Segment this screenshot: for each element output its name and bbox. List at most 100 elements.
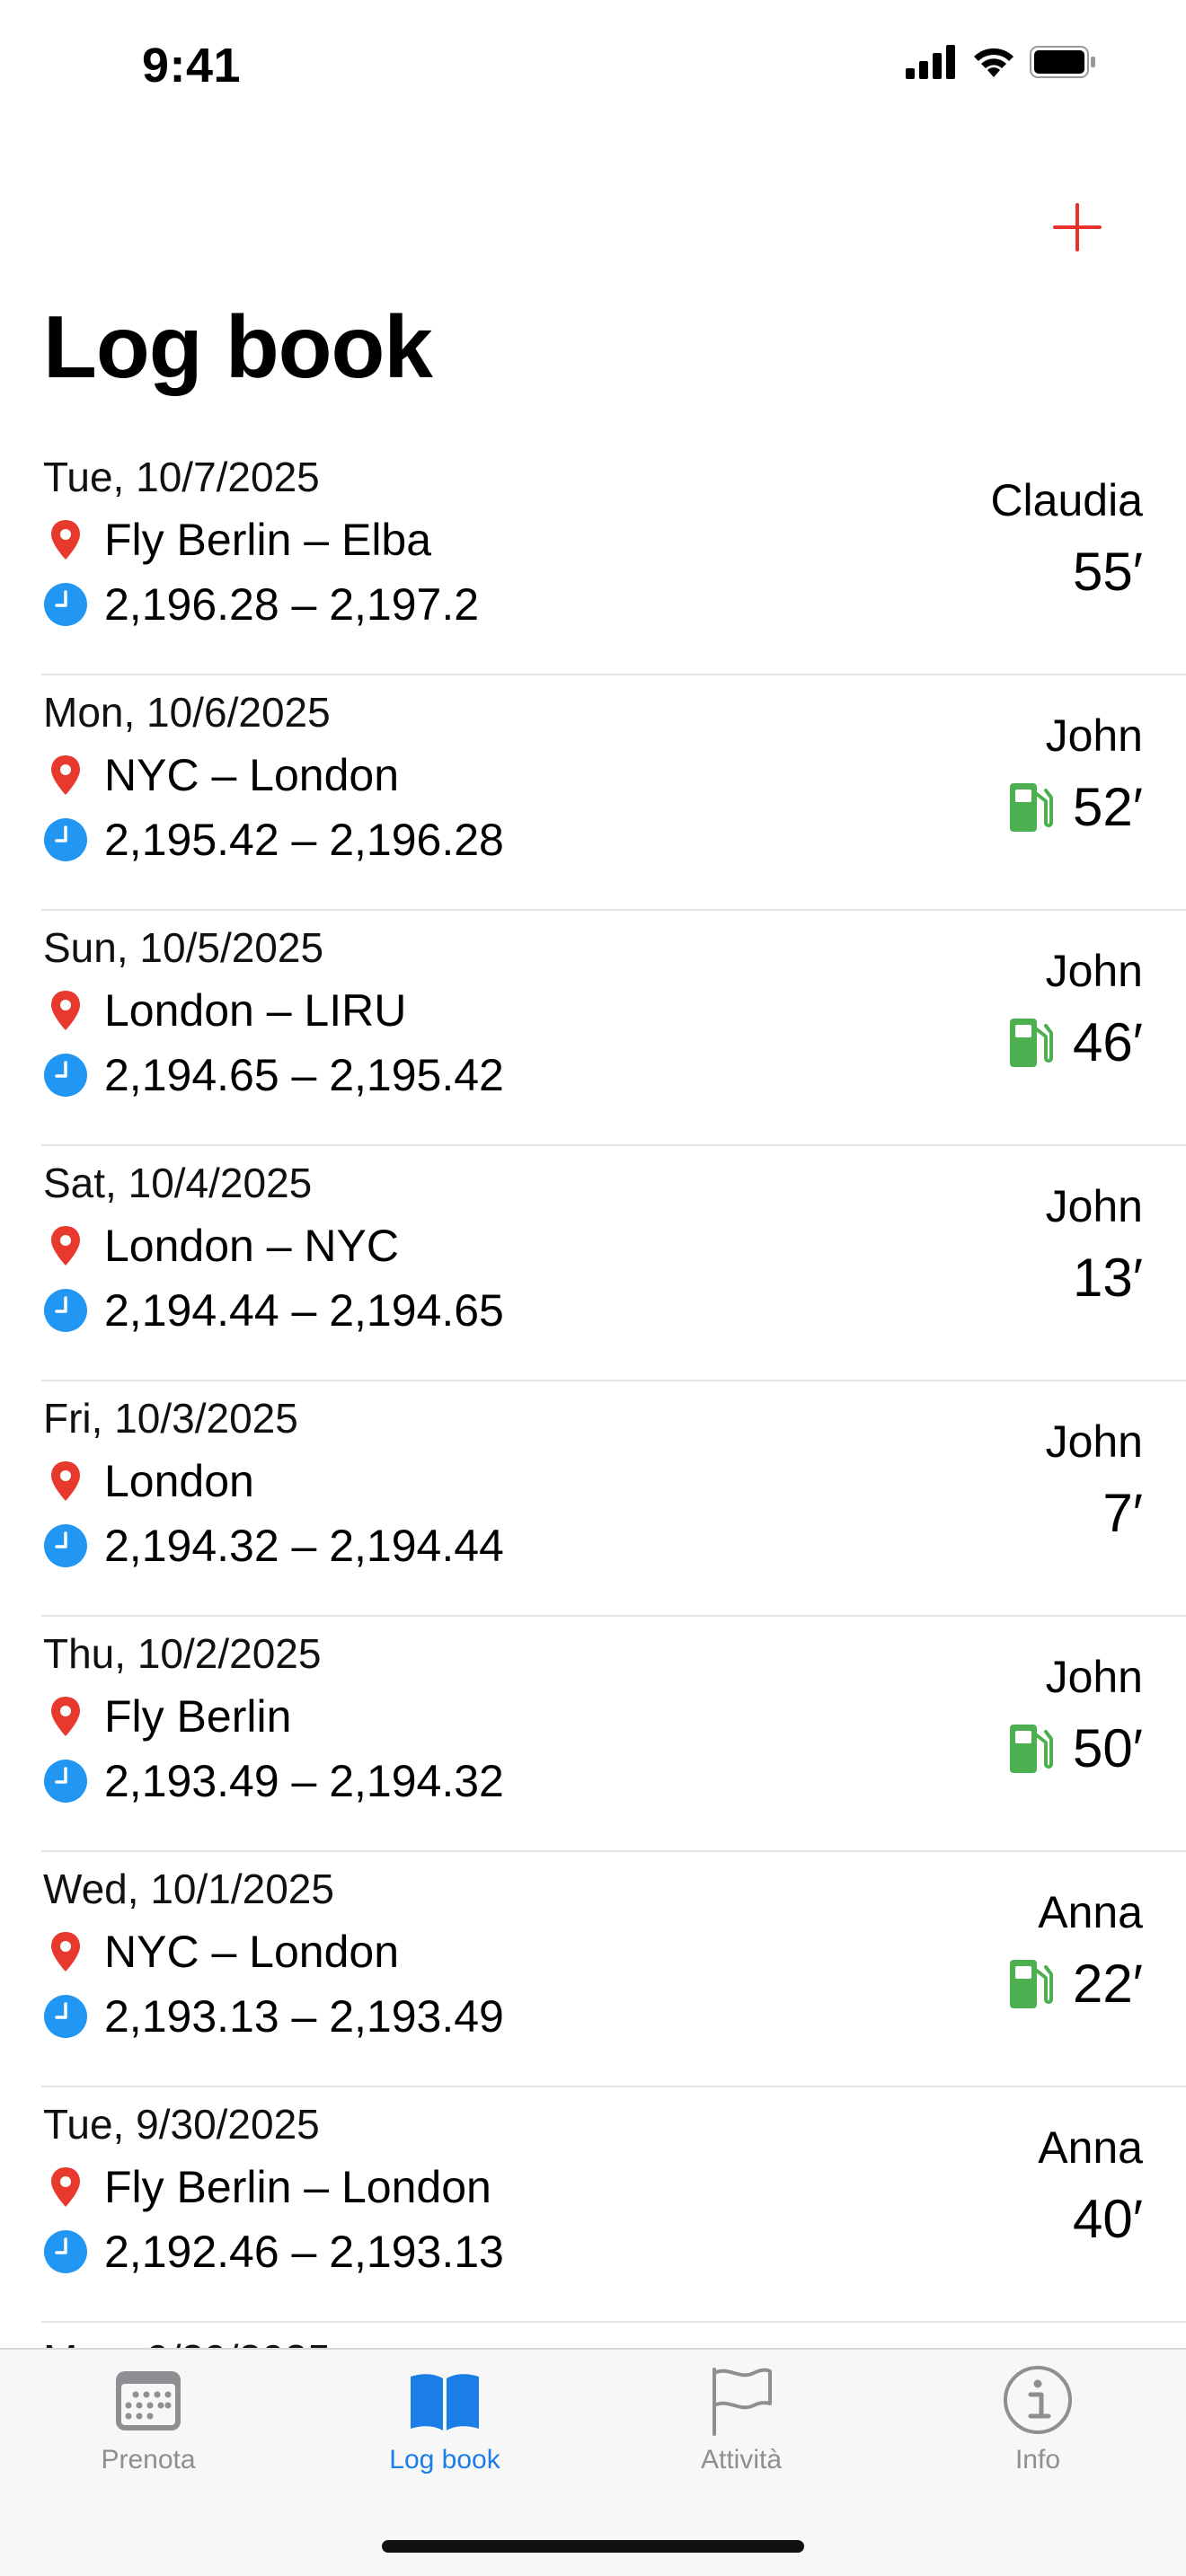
page-title: Log book (43, 297, 433, 396)
location-pin-icon (51, 2167, 80, 2207)
tab-label: Prenota (101, 2445, 196, 2475)
entry-date: Tue, 10/7/2025 (43, 454, 320, 500)
tab-prenota[interactable]: Prenota (58, 2362, 238, 2497)
entry-duration: 40′ (1073, 2189, 1143, 2249)
entry-date: Thu, 10/2/2025 (43, 1630, 322, 1677)
entry-hours-text: 2,194.32 – 2,194.44 (104, 1521, 504, 1571)
log-entry[interactable]: Wed, 10/1/2025 NYC – London 2,193.13 – 2,1… (0, 1852, 1186, 2087)
plus-icon (1053, 203, 1102, 251)
fuel-pump-icon (1010, 1959, 1053, 2008)
entry-pilot: Anna (1038, 2122, 1143, 2173)
clock-icon (44, 1995, 87, 2038)
entry-duration-group: 40′ (1073, 2188, 1143, 2250)
clock-icon (44, 1760, 87, 1803)
log-entry[interactable]: Tue, 10/7/2025 Fly Berlin – Elba 2,196.28 … (0, 440, 1186, 675)
log-entry[interactable]: Mon, 10/6/2025 NYC – London 2,195.42 – 2,1… (0, 675, 1186, 911)
wifi-icon (974, 48, 1013, 77)
status-icons (906, 45, 1096, 79)
location-pin-icon (51, 755, 80, 795)
entry-hours: 2,193.13 – 2,193.49 (43, 1990, 504, 2042)
tab-label: Log book (389, 2445, 500, 2475)
entry-date: Wed, 10/1/2025 (43, 1866, 334, 1912)
screen: 9:41 Log book Tue, 10/7/2025 Fly Berlin –… (0, 0, 1186, 2576)
entry-route: NYC – London (43, 749, 399, 801)
home-indicator (382, 2540, 804, 2553)
clock-icon (44, 583, 87, 626)
tab-attivita[interactable]: Attività (651, 2362, 831, 2497)
entry-pilot: John (1045, 1181, 1143, 1231)
entry-duration-group: 22′ (1008, 1953, 1143, 2015)
entry-pilot: John (1045, 1416, 1143, 1467)
log-list: Tue, 10/7/2025 Fly Berlin – Elba 2,196.28 … (0, 440, 1186, 2377)
clock-icon (44, 1054, 87, 1097)
entry-hours-text: 2,194.44 – 2,194.65 (104, 1285, 504, 1336)
entry-route-text: London – NYC (104, 1221, 400, 1271)
entry-hours-text: 2,193.49 – 2,194.32 (104, 1756, 504, 1806)
entry-duration-group: 13′ (1073, 1247, 1143, 1309)
entry-hours: 2,194.44 – 2,194.65 (43, 1284, 504, 1337)
entry-hours: 2,196.28 – 2,197.2 (43, 578, 479, 631)
entry-date: Sat, 10/4/2025 (43, 1160, 313, 1206)
entry-hours: 2,193.49 – 2,194.32 (43, 1755, 504, 1807)
entry-hours: 2,195.42 – 2,196.28 (43, 814, 504, 866)
entry-pilot: Anna (1038, 1887, 1143, 1937)
entry-route-text: Fly Berlin – Elba (104, 515, 432, 565)
entry-route: Fly Berlin – London (43, 2161, 491, 2213)
entry-duration: 22′ (1073, 1954, 1143, 2014)
log-entry[interactable]: Sun, 10/5/2025 London – LIRU 2,194.65 – 2,… (0, 911, 1186, 1146)
clock-icon (44, 1524, 87, 1567)
status-time: 9:41 (142, 39, 242, 93)
calendar-icon (116, 2371, 181, 2430)
entry-duration: 52′ (1073, 777, 1143, 837)
tab-label: Info (1014, 2445, 1061, 2475)
clock-icon (44, 1289, 87, 1332)
entry-route: NYC – London (43, 1926, 399, 1978)
clock-icon (44, 2230, 87, 2273)
entry-duration: 46′ (1073, 1012, 1143, 1072)
cellular-signal-icon (906, 45, 955, 79)
entry-duration: 55′ (1073, 542, 1143, 602)
entry-duration-group: 7′ (1102, 1482, 1143, 1544)
entry-pilot: John (1045, 946, 1143, 996)
entry-pilot: John (1045, 1652, 1143, 1702)
entry-hours-text: 2,194.65 – 2,195.42 (104, 1050, 504, 1100)
entry-hours-text: 2,193.13 – 2,193.49 (104, 1991, 504, 2042)
location-pin-icon (51, 1461, 80, 1501)
entry-duration-group: 55′ (1073, 541, 1143, 603)
log-entry[interactable]: Sat, 10/4/2025 London – NYC 2,194.44 – 2,1… (0, 1146, 1186, 1381)
location-pin-icon (51, 520, 80, 560)
entry-pilot: John (1045, 710, 1143, 761)
tab-info[interactable]: Info (948, 2362, 1128, 2497)
entry-duration-group: 50′ (1008, 1717, 1143, 1779)
entry-route: Fly Berlin (43, 1690, 291, 1742)
entry-duration-group: 52′ (1008, 776, 1143, 838)
entry-hours-text: 2,195.42 – 2,196.28 (104, 815, 504, 865)
entry-hours: 2,192.46 – 2,193.13 (43, 2226, 504, 2278)
entry-duration-group: 46′ (1008, 1011, 1143, 1073)
location-pin-icon (51, 1932, 80, 1972)
tab-log-book[interactable]: Log book (355, 2362, 535, 2497)
entry-hours: 2,194.32 – 2,194.44 (43, 1520, 504, 1572)
entry-route: London (43, 1455, 254, 1507)
entry-hours-text: 2,196.28 – 2,197.2 (104, 579, 480, 630)
entry-pilot: Claudia (990, 475, 1143, 525)
fuel-pump-icon (1010, 782, 1053, 832)
entry-hours: 2,194.65 – 2,195.42 (43, 1049, 504, 1101)
entry-duration: 13′ (1073, 1248, 1143, 1308)
log-entry[interactable]: Thu, 10/2/2025 Fly Berlin 2,193.49 – 2,194… (0, 1617, 1186, 1852)
entry-route: London – LIRU (43, 984, 406, 1037)
log-entry[interactable]: Tue, 9/30/2025 Fly Berlin – London 2,192.4… (0, 2087, 1186, 2323)
info-icon (1004, 2366, 1072, 2434)
location-pin-icon (51, 991, 80, 1030)
tab-label: Attività (700, 2445, 783, 2475)
location-pin-icon (51, 1697, 80, 1736)
log-entry[interactable]: Fri, 10/3/2025 London 2,194.32 – 2,194.44 J… (0, 1381, 1186, 1617)
add-entry-button[interactable] (1049, 199, 1105, 255)
location-pin-icon (51, 1226, 80, 1266)
clock-icon (44, 818, 87, 861)
entry-route-text: NYC – London (104, 1927, 400, 1977)
entry-route: London – NYC (43, 1220, 399, 1272)
entry-date: Mon, 10/6/2025 (43, 689, 331, 736)
battery-icon (1030, 46, 1095, 78)
entry-date: Tue, 9/30/2025 (43, 2101, 320, 2148)
